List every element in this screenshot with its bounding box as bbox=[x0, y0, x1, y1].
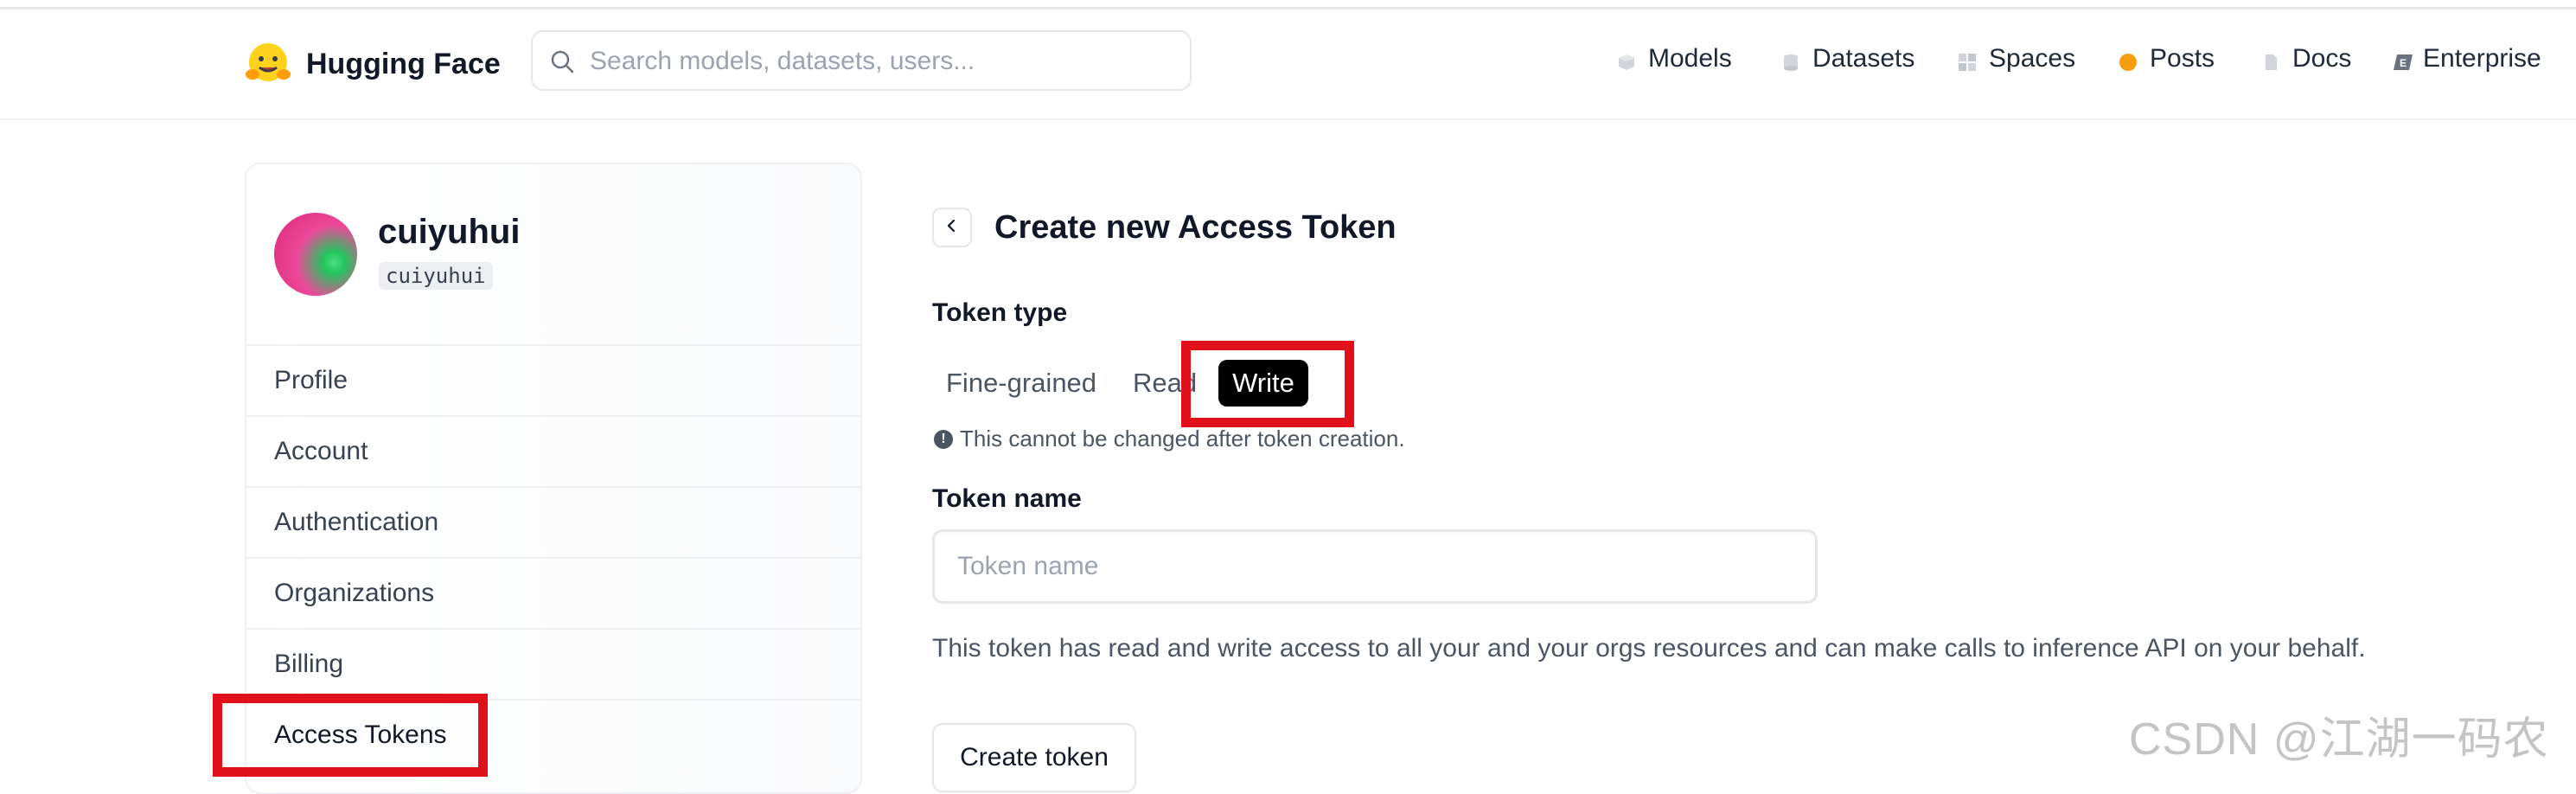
datasets-icon bbox=[1781, 49, 1800, 71]
nav-label: Models bbox=[1648, 44, 1732, 73]
enterprise-icon: E bbox=[2392, 49, 2413, 70]
info-icon: ! bbox=[934, 429, 953, 449]
avatar[interactable] bbox=[274, 213, 357, 296]
nav-posts[interactable]: Posts bbox=[2119, 44, 2215, 74]
sidebar-item-label: Billing bbox=[274, 650, 344, 678]
sidebar-item-label: Authentication bbox=[274, 508, 439, 536]
tab-read[interactable]: Read bbox=[1133, 368, 1197, 399]
sidebar-item-label: Access Tokens bbox=[274, 720, 447, 749]
settings-sidebar: cuiyuhui cuiyuhui Profile Account Authen… bbox=[245, 163, 862, 794]
search-input[interactable] bbox=[588, 41, 1179, 82]
brand-name: Hugging Face bbox=[306, 47, 501, 80]
nav-docs[interactable]: Docs bbox=[2261, 44, 2351, 74]
tab-write-label: Write bbox=[1232, 368, 1294, 398]
sidebar-item-authentication[interactable]: Authentication bbox=[246, 486, 860, 557]
docs-icon bbox=[2261, 49, 2280, 70]
hugging-face-logo-icon bbox=[244, 40, 292, 88]
svg-text:E: E bbox=[2400, 57, 2407, 69]
models-icon bbox=[1617, 49, 1636, 70]
nav-label: Enterprise bbox=[2423, 44, 2541, 73]
nav-datasets[interactable]: Datasets bbox=[1781, 44, 1914, 74]
nav-enterprise[interactable]: E Enterprise bbox=[2392, 44, 2541, 74]
sidebar-item-billing[interactable]: Billing bbox=[246, 628, 860, 699]
sidebar-item-account[interactable]: Account bbox=[246, 415, 860, 486]
chevron-left-icon bbox=[944, 218, 960, 238]
tab-fine-grained[interactable]: Fine-grained bbox=[946, 368, 1096, 399]
sidebar-item-label: Organizations bbox=[274, 579, 435, 607]
profile-username: cuiyuhui bbox=[378, 213, 521, 251]
token-description: This token has read and write access to … bbox=[932, 634, 2366, 663]
nav-label: Posts bbox=[2150, 44, 2215, 73]
watermark: CSDN @江湖一码农 bbox=[2129, 714, 2549, 765]
nav-label: Docs bbox=[2292, 44, 2352, 73]
token-name-input[interactable] bbox=[932, 529, 1818, 604]
search-icon bbox=[550, 49, 574, 78]
nav-models[interactable]: Models bbox=[1617, 44, 1732, 74]
tab-write[interactable]: Write bbox=[1218, 360, 1308, 407]
sidebar-item-access-tokens[interactable]: Access Tokens bbox=[246, 699, 860, 770]
sidebar-item-profile[interactable]: Profile bbox=[246, 344, 860, 415]
sidebar-item-label: Profile bbox=[274, 366, 348, 394]
nav-label: Datasets bbox=[1812, 44, 1915, 73]
nav-label: Spaces bbox=[1989, 44, 2076, 73]
brand-logo[interactable]: Hugging Face bbox=[244, 40, 501, 88]
nav-spaces[interactable]: Spaces bbox=[1958, 44, 2075, 74]
search-box[interactable] bbox=[531, 30, 1192, 91]
spaces-icon bbox=[1958, 49, 1977, 71]
posts-icon bbox=[2119, 49, 2138, 71]
sidebar-item-label: Account bbox=[274, 437, 368, 465]
token-name-label: Token name bbox=[932, 484, 1082, 513]
back-button[interactable] bbox=[932, 208, 972, 247]
token-type-label: Token type bbox=[932, 298, 1068, 327]
page-title: Create new Access Token bbox=[994, 209, 1397, 246]
create-token-button[interactable]: Create token bbox=[932, 723, 1136, 792]
token-type-hint: ! This cannot be changed after token cre… bbox=[934, 426, 1405, 452]
sidebar-item-organizations[interactable]: Organizations bbox=[246, 557, 860, 628]
profile-handle: cuiyuhui bbox=[379, 262, 493, 290]
hint-text: This cannot be changed after token creat… bbox=[960, 426, 1405, 451]
top-navbar: Hugging Face Models Datasets Spaces P bbox=[0, 10, 2576, 120]
